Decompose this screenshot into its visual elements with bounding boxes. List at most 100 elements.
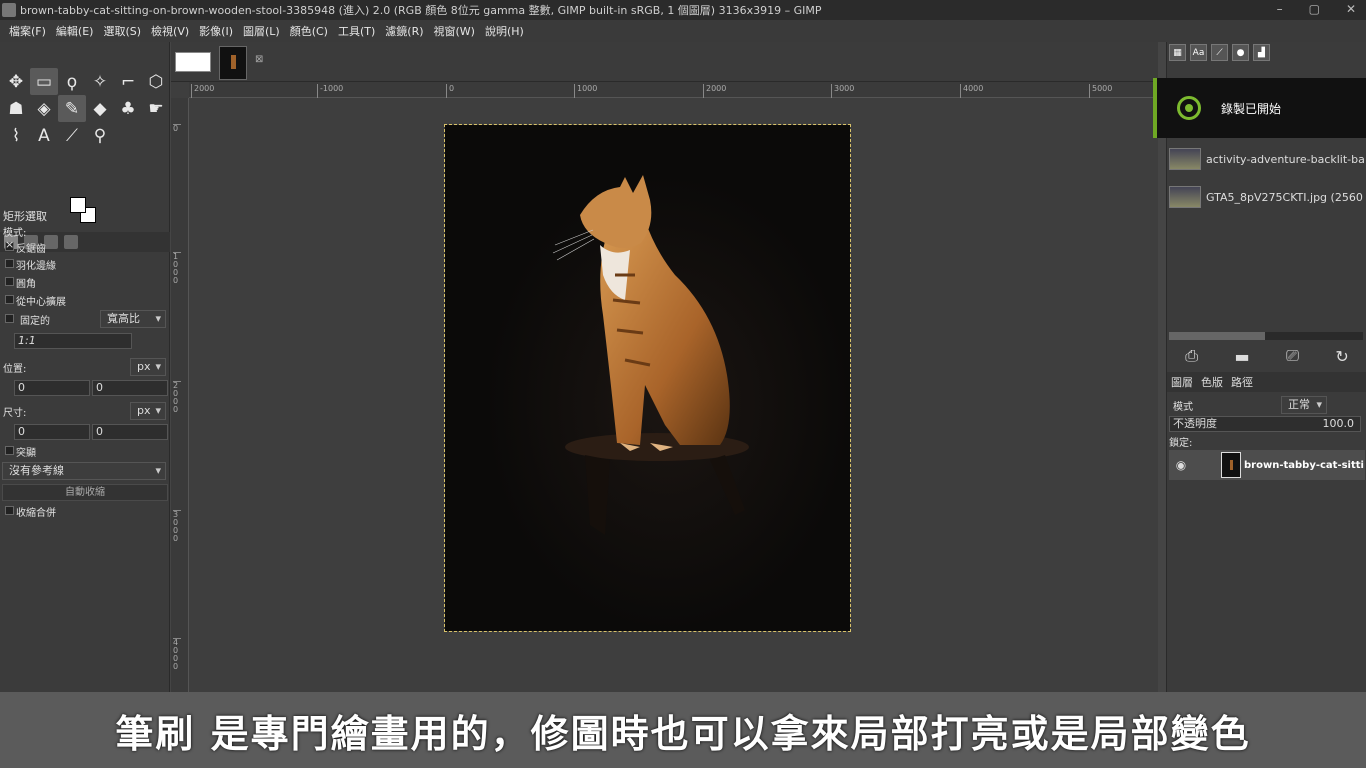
ruler-h-tick: 1000 [574,84,597,98]
size-unit-dropdown[interactable]: px [130,402,166,420]
eraser-tool-icon[interactable]: ◆ [86,95,114,122]
gradients-tab-icon[interactable]: ● [1232,44,1249,61]
device-status-tab-icon[interactable] [64,235,78,249]
lock-label: 鎖定: [1169,438,1193,449]
open-image-icon[interactable]: ⎙ [1185,346,1198,366]
subtitle-bar: 筆刷 是專門繪畫用的，修圖時也可以拿來局部打亮或是局部變色 [0,692,1366,768]
tool-grid: ✥ ▭ ϙ ✧ ⌐ ⬡ ☗ ◈ ✎ ◆ ♣ ☛ ⌇ A ⟋ ⚲ [2,68,170,149]
warp-tool-icon[interactable]: ☗ [2,95,30,122]
recent-image-item[interactable]: GTA5_8pV275CKTI.jpg (2560 × 10 [1169,184,1365,210]
images-tab-icon[interactable] [44,235,58,249]
menu-tools[interactable]: 工具(T) [333,23,380,39]
recent-image-item[interactable]: activity-adventure-backlit-backpack [1169,146,1365,172]
brushes-tab-icon[interactable]: ⟋ [1211,44,1228,61]
shrink-merged-checkbox[interactable] [5,506,14,515]
images-scrollbar[interactable] [1169,332,1363,340]
fixed-label: 固定的 [20,316,50,327]
menu-colors[interactable]: 顏色(C) [285,23,333,39]
images-actions: ⎙ ▬ ⎚ ↻ [1167,344,1366,368]
lasso-tool-icon[interactable]: ϙ [58,68,86,95]
feather-checkbox[interactable] [5,259,14,268]
image-tab-cat[interactable] [219,46,247,80]
opacity-slider[interactable]: 不透明度 100.0 [1169,416,1361,432]
ratio-field[interactable]: 1:1 [14,333,132,349]
ruler-v-tick: 0 [173,124,181,133]
ruler-h-tick: 3000 [831,84,854,98]
visibility-eye-icon[interactable]: ◉ [1171,458,1191,472]
rounded-checkbox[interactable] [5,277,14,286]
crop-tool-icon[interactable]: ⌐ [114,68,142,95]
ruler-v-tick: 1000 [173,252,181,285]
menu-bar: 檔案(F) 編輯(E) 選取(S) 檢視(V) 影像(I) 圖層(L) 顏色(C… [0,20,1366,42]
menu-edit[interactable]: 編輯(E) [51,23,99,39]
print-icon[interactable]: ⎚ [1286,346,1299,366]
tab-paths[interactable]: 路徑 [1231,374,1253,390]
vertical-ruler[interactable]: 0 1000 2000 3000 4000 [171,98,189,692]
clone-tool-icon[interactable]: ♣ [114,95,142,122]
rounded-label: 圓角 [16,279,36,290]
opacity-value: 100.0 [1322,417,1355,430]
layer-row[interactable]: ◉ brown-tabby-cat-sitting [1169,450,1365,480]
refresh-icon[interactable]: ↻ [1335,347,1348,366]
tab-channels[interactable]: 色版 [1201,374,1223,390]
fuzzy-select-tool-icon[interactable]: ✧ [86,68,114,95]
image-tabs: ⊠ [171,42,1158,82]
horizontal-ruler[interactable]: 2000 -1000 0 1000 2000 3000 4000 5000 [189,82,1158,98]
menu-layer[interactable]: 圖層(L) [238,23,285,39]
layer-thumbnail [1221,452,1241,478]
patterns-tab-icon[interactable]: ▦ [1169,44,1186,61]
fixed-checkbox[interactable] [5,314,14,323]
close-tab-icon[interactable]: ⊠ [255,54,263,65]
menu-help[interactable]: 說明(H) [480,23,529,39]
menu-image[interactable]: 影像(I) [194,23,238,39]
auto-shrink-button[interactable]: 自動收縮 [2,484,168,501]
highlight-checkbox[interactable] [5,446,14,455]
foreground-color[interactable] [70,197,86,213]
menu-view[interactable]: 檢視(V) [146,23,194,39]
smudge-tool-icon[interactable]: ☛ [142,95,170,122]
bucket-fill-tool-icon[interactable]: ◈ [30,95,58,122]
menu-windows[interactable]: 視窗(W) [429,23,480,39]
transform-tool-icon[interactable]: ⬡ [142,68,170,95]
menu-file[interactable]: 檔案(F) [4,23,51,39]
position-y-field[interactable]: 0 [92,380,168,396]
size-w-field[interactable]: 0 [14,424,90,440]
remove-icon[interactable]: ▬ [1234,347,1249,366]
maximize-button[interactable]: ▢ [1309,2,1320,16]
guides-dropdown[interactable]: 沒有參考線 [2,462,166,480]
menu-filters[interactable]: 濾鏡(R) [380,23,428,39]
image-tab-blank[interactable] [175,52,211,72]
fixed-mode-dropdown[interactable]: 寬高比 [100,310,166,328]
highlight-label: 突顯 [16,448,36,459]
opacity-label: 不透明度 [1173,417,1217,430]
record-icon [1177,96,1201,120]
shrink-merged-label: 收縮合併 [16,508,56,519]
ruler-h-tick: 2000 [191,84,214,98]
move-tool-icon[interactable]: ✥ [2,68,30,95]
recent-image-name: activity-adventure-backlit-backpack [1206,152,1365,166]
layers-dock-tabs: 圖層 色版 路徑 [1167,372,1366,392]
paths-tool-icon[interactable]: ⌇ [2,122,30,149]
text-tool-icon[interactable]: A [30,122,58,149]
close-button[interactable]: ✕ [1346,2,1356,16]
color-picker-tool-icon[interactable]: ⟋ [58,122,86,149]
minimize-button[interactable]: – [1277,2,1283,16]
blend-mode-dropdown[interactable]: 正常 [1281,396,1327,414]
size-h-field[interactable]: 0 [92,424,168,440]
rect-select-tool-icon[interactable]: ▭ [30,68,58,95]
paintbrush-tool-icon[interactable]: ✎ [58,95,86,122]
image-canvas[interactable] [444,124,851,632]
toolbox: ✥▭ϙ✧⌐⬡ ☗◈✎◆♣☛ ⌇A⟋⚲ 矩形選取 模式: 反鋸齒 羽化邊緣 圓角 從中… [0,42,170,692]
from-center-checkbox[interactable] [5,295,14,304]
menu-select[interactable]: 選取(S) [98,23,146,39]
from-center-label: 從中心擴展 [16,297,66,308]
tab-layers[interactable]: 圖層 [1171,374,1193,390]
ruler-v-tick: 3000 [173,510,181,543]
color-swatches[interactable] [70,197,102,227]
zoom-tool-icon[interactable]: ⚲ [86,122,114,149]
position-unit-dropdown[interactable]: px [130,358,166,376]
fonts-tab-icon[interactable]: Aa [1190,44,1207,61]
position-x-field[interactable]: 0 [14,380,90,396]
histogram-tab-icon[interactable]: ▟ [1253,44,1270,61]
antialias-checkbox[interactable] [5,238,14,251]
